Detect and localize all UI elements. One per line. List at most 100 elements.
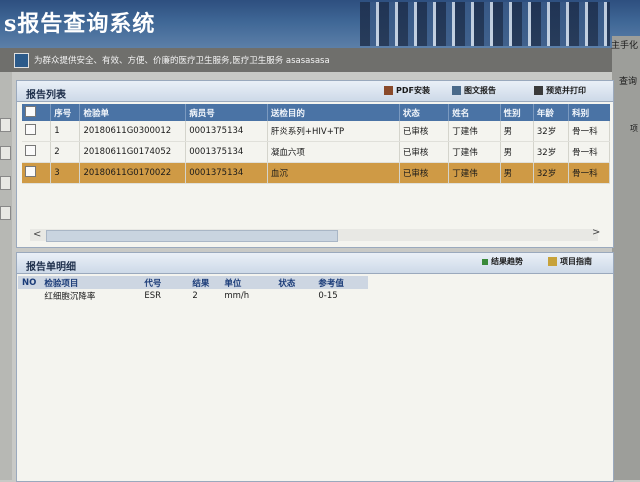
scroll-right-button[interactable]: > (592, 227, 600, 238)
item-guide-button[interactable]: 项目指南 (548, 256, 592, 267)
table-row[interactable]: 1 20180611G0300012 0001375134 肝炎系列+HIV+T… (22, 121, 610, 142)
left-side-panel (0, 72, 12, 480)
app-title: s报告查询系统 (4, 11, 156, 37)
printer-icon (534, 86, 543, 95)
select-all-header[interactable] (22, 104, 52, 121)
cell-sample: 20180611G0170022 (79, 162, 187, 184)
guide-icon (548, 257, 557, 266)
cell-purpose: 凝血六项 (267, 141, 400, 163)
column-header[interactable]: 年龄 (533, 104, 570, 121)
row-checkbox-cell[interactable] (22, 162, 52, 184)
row-checkbox[interactable] (25, 145, 36, 156)
pdf-icon (384, 86, 393, 95)
report-detail-table: NO 检验项目 代号 结果 单位 状态 参考值 红细胞沉降率 ESR 2 mm/… (18, 276, 369, 303)
preview-print-label: 预览并打印 (546, 86, 586, 95)
column-header[interactable]: 姓名 (448, 104, 501, 121)
cell-age: 32岁 (533, 162, 570, 184)
cell-status: 已审核 (399, 162, 450, 184)
result-trend-button[interactable]: 结果趋势 (482, 256, 523, 267)
preview-print-button[interactable]: 预览并打印 (534, 85, 586, 96)
trend-icon (482, 258, 488, 265)
cell-purpose: 血沉 (267, 162, 400, 184)
report-list-title: 报告列表 (26, 90, 66, 101)
report-detail-title: 报告单明细 (26, 262, 76, 273)
pdf-install-label: PDF安装 (396, 86, 430, 95)
cell-sample: 20180611G0174052 (79, 141, 187, 163)
cell-age: 32岁 (533, 121, 570, 142)
detail-header-row: NO 检验项目 代号 结果 单位 状态 参考值 (18, 276, 369, 289)
row-checkbox-cell[interactable] (22, 121, 52, 142)
detail-cell-status (274, 289, 314, 303)
column-header[interactable]: NO (18, 276, 41, 289)
item-guide-label: 项目指南 (560, 257, 592, 266)
cell-sex: 男 (500, 121, 534, 142)
detail-cell-reference: 0-15 (318, 291, 338, 301)
detail-cell-item: 红细胞沉降率 (44, 292, 96, 302)
right-panel-query-button[interactable]: 查询 (619, 74, 637, 87)
cell-patient-id: 0001375134 (185, 121, 268, 142)
detail-row[interactable]: 红细胞沉降率 ESR 2 mm/h 0-15 (18, 289, 368, 303)
column-header[interactable]: 序号 (50, 104, 81, 121)
cell-patient-id: 0001375134 (185, 141, 268, 163)
cell-age: 32岁 (533, 141, 570, 163)
right-panel-text: 主手化 (611, 41, 639, 51)
column-header[interactable]: 状态 (274, 276, 315, 289)
column-header[interactable]: 状态 (399, 104, 450, 121)
cell-dept: 骨一科 (568, 162, 610, 184)
column-header[interactable]: 检验项目 (40, 276, 141, 289)
column-header[interactable]: 科别 (568, 104, 610, 121)
cell-dept: 骨一科 (568, 121, 610, 142)
detail-cell-unit: mm/h (224, 291, 250, 301)
column-header[interactable]: 参考值 (314, 276, 369, 289)
left-panel-tab[interactable] (0, 206, 11, 220)
row-checkbox-cell[interactable] (22, 141, 52, 163)
left-panel-tab[interactable] (0, 176, 11, 190)
row-checkbox[interactable] (25, 166, 36, 177)
report-detail-header (17, 253, 613, 274)
detail-cell-code: ESR (144, 291, 162, 301)
right-side-panel (612, 36, 640, 480)
column-header[interactable]: 检验单 (79, 104, 187, 121)
scrollbar-thumb[interactable] (46, 230, 338, 242)
cell-name: 丁建伟 (448, 141, 501, 163)
cell-no: 2 (50, 141, 81, 163)
table-row[interactable]: 2 20180611G0174052 0001375134 凝血六项 已审核 丁… (22, 141, 610, 163)
report-icon (452, 86, 461, 95)
cell-no: 1 (50, 121, 81, 142)
detail-cell-result: 2 (192, 291, 198, 301)
image-report-label: 图文报告 (464, 86, 496, 95)
result-trend-label: 结果趋势 (491, 257, 523, 266)
cell-sex: 男 (500, 141, 534, 163)
left-panel-tab[interactable] (0, 146, 11, 160)
cell-purpose: 肝炎系列+HIV+TP (267, 121, 400, 142)
scroll-left-button[interactable]: < (33, 229, 41, 240)
cell-no: 3 (50, 162, 81, 184)
report-list-table: 序号 检验单 病员号 送检目的 状态 姓名 性别 年龄 科别 1 2018061… (22, 104, 610, 184)
table-row-selected[interactable]: 3 20180611G0170022 0001375134 血沉 已审核 丁建伟… (22, 162, 610, 184)
cell-sex: 男 (500, 162, 534, 184)
image-report-button[interactable]: 图文报告 (452, 85, 496, 96)
pdf-install-button[interactable]: PDF安装 (384, 85, 430, 96)
app-subtitle: 为群众提供安全、有效、方便、价廉的医疗卫生服务,医疗卫生服务 asasasasa (34, 56, 330, 66)
column-header[interactable]: 病员号 (185, 104, 268, 121)
select-all-checkbox[interactable] (25, 105, 36, 117)
column-header[interactable]: 结果 (188, 276, 221, 289)
column-header[interactable]: 代号 (140, 276, 189, 289)
header-banner-graphic (360, 2, 610, 46)
column-header[interactable]: 单位 (220, 276, 275, 289)
table-header-row: 序号 检验单 病员号 送检目的 状态 姓名 性别 年龄 科别 (22, 104, 610, 121)
cell-name: 丁建伟 (448, 121, 501, 142)
column-header[interactable]: 送检目的 (267, 104, 400, 121)
row-checkbox[interactable] (25, 124, 36, 135)
cell-patient-id: 0001375134 (185, 162, 268, 184)
left-panel-tab[interactable] (0, 118, 11, 132)
detail-cell-no (18, 289, 40, 303)
cell-status: 已审核 (399, 121, 450, 142)
right-panel-item-label: 项 (630, 124, 638, 133)
cell-dept: 骨一科 (568, 141, 610, 163)
cell-name: 丁建伟 (448, 162, 501, 184)
column-header[interactable]: 性别 (500, 104, 534, 121)
report-list-header (17, 81, 613, 102)
cell-status: 已审核 (399, 141, 450, 163)
cell-sample: 20180611G0300012 (79, 121, 187, 142)
